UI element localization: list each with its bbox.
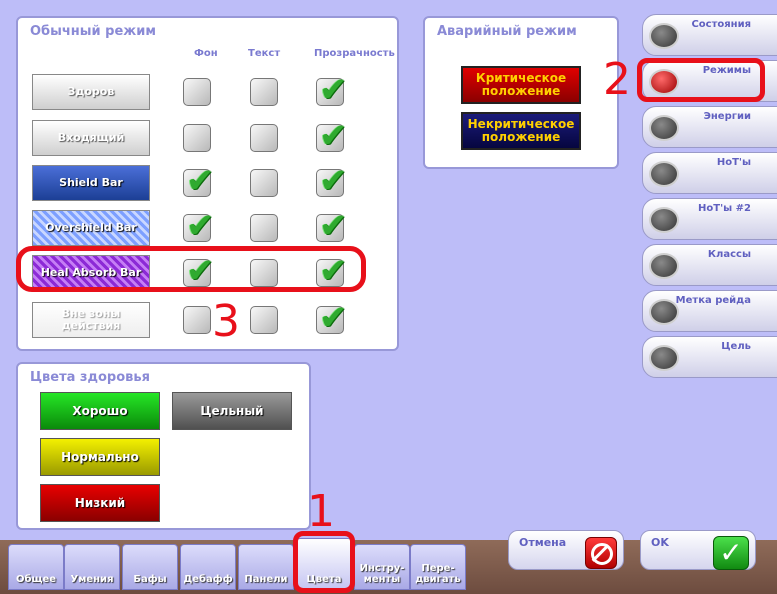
tab-2[interactable]: Бафы: [122, 544, 178, 590]
checkbox-alpha-row-2[interactable]: ✔: [316, 164, 348, 198]
checkmark-icon: ✔: [319, 70, 348, 110]
row-label-out-of-range[interactable]: Вне зоны действия: [32, 302, 150, 338]
checkbox-bg-row-1[interactable]: [183, 124, 211, 152]
ok-label: OK: [651, 536, 669, 549]
row-label-shield[interactable]: Shield Bar: [32, 165, 150, 201]
side-menu-label: Состояния: [691, 19, 751, 30]
checkbox-bg-row-2[interactable]: ✔: [183, 164, 215, 198]
col-head-bg: Фон: [194, 48, 218, 59]
health-colors-panel: Цвета здоровья Хорошо Цельный Нормально …: [16, 362, 311, 530]
status-led-icon: [649, 253, 679, 279]
checkmark-icon: ✔: [319, 116, 348, 156]
checkbox-alpha-row-3[interactable]: ✔: [316, 209, 348, 243]
annotation-number-2: 2: [603, 54, 631, 105]
critical-button[interactable]: Критическое положение: [461, 66, 581, 104]
checkbox-text-row-0[interactable]: [250, 78, 278, 106]
row-label-healthy[interactable]: Здоров: [32, 74, 150, 110]
side-menu-item-0[interactable]: Состояния: [642, 14, 777, 56]
annotation-number-3: 3: [212, 296, 240, 347]
side-menu-item-5[interactable]: Классы: [642, 244, 777, 286]
health-normal-button[interactable]: Нормально: [40, 438, 160, 476]
tab-4[interactable]: Панели: [238, 544, 294, 590]
tab-6[interactable]: Инстру-менты: [354, 544, 410, 590]
side-menu-item-3[interactable]: HoT'ы: [642, 152, 777, 194]
cancel-label: Отмена: [519, 536, 567, 549]
side-menu-item-7[interactable]: Цель: [642, 336, 777, 378]
side-menu-label: Классы: [707, 249, 751, 260]
checkmark-icon: ✔: [186, 206, 215, 246]
col-head-text: Текст: [248, 48, 281, 59]
tab-3[interactable]: Дебафф: [180, 544, 236, 590]
status-led-icon: [649, 23, 679, 49]
status-led-icon: [649, 299, 679, 325]
emergency-mode-panel: Аварийный режим Критическое положение Не…: [423, 16, 619, 169]
tab-7[interactable]: Пере-двигать: [410, 544, 466, 590]
row-label-incoming[interactable]: Входящий: [32, 120, 150, 156]
checkbox-bg-row-0[interactable]: [183, 78, 211, 106]
checkmark-icon: ✔: [186, 161, 215, 201]
checkbox-text-row-1[interactable]: [250, 124, 278, 152]
annotation-box-row: [16, 246, 366, 292]
cancel-icon: [585, 537, 617, 569]
status-led-icon: [649, 345, 679, 371]
status-led-icon: [649, 161, 679, 187]
checkbox-alpha-row-0[interactable]: ✔: [316, 73, 348, 107]
col-head-alpha: Прозрачность: [314, 48, 395, 59]
side-menu-label: Энергии: [703, 111, 751, 122]
status-led-icon: [649, 115, 679, 141]
checkbox-alpha-row-5[interactable]: ✔: [316, 301, 348, 335]
checkbox-text-row-5[interactable]: [250, 306, 278, 334]
health-good-button[interactable]: Хорошо: [40, 392, 160, 430]
row-label-overshield[interactable]: Overshield Bar: [32, 210, 150, 246]
cancel-button[interactable]: Отмена: [508, 530, 624, 570]
noncritical-button[interactable]: Некритическое положение: [461, 112, 581, 150]
normal-mode-title: Обычный режим: [30, 24, 156, 39]
tab-0[interactable]: Общее: [8, 544, 64, 590]
side-menu-item-2[interactable]: Энергии: [642, 106, 777, 148]
side-menu-label: HoT'ы #2: [698, 203, 751, 214]
checkmark-icon: ✔: [319, 161, 348, 201]
annotation-box-tab: [293, 531, 355, 593]
checkbox-bg-row-3[interactable]: ✔: [183, 209, 215, 243]
annotation-box-side: [637, 58, 765, 102]
checkbox-text-row-3[interactable]: [250, 214, 278, 242]
checkbox-bg-row-5[interactable]: [183, 306, 211, 334]
annotation-number-1: 1: [307, 486, 335, 537]
normal-mode-panel: Обычный режим Фон Текст Прозрачность Здо…: [16, 16, 399, 351]
side-menu-label: Метка рейда: [675, 295, 751, 306]
ok-button[interactable]: OK ✓: [640, 530, 756, 570]
side-menu-item-6[interactable]: Метка рейда: [642, 290, 777, 332]
checkbox-alpha-row-1[interactable]: ✔: [316, 119, 348, 153]
health-low-button[interactable]: Низкий: [40, 484, 160, 522]
tab-1[interactable]: Умения: [64, 544, 120, 590]
health-colors-title: Цвета здоровья: [30, 370, 150, 385]
side-menu-label: Цель: [721, 341, 751, 352]
side-menu-item-4[interactable]: HoT'ы #2: [642, 198, 777, 240]
checkmark-icon: ✔: [319, 298, 348, 338]
health-solid-button[interactable]: Цельный: [172, 392, 292, 430]
status-led-icon: [649, 207, 679, 233]
emergency-mode-title: Аварийный режим: [437, 24, 577, 39]
side-menu-label: HoT'ы: [716, 157, 751, 168]
checkbox-text-row-2[interactable]: [250, 169, 278, 197]
checkmark-icon: ✔: [319, 206, 348, 246]
ok-icon: ✓: [713, 536, 749, 570]
